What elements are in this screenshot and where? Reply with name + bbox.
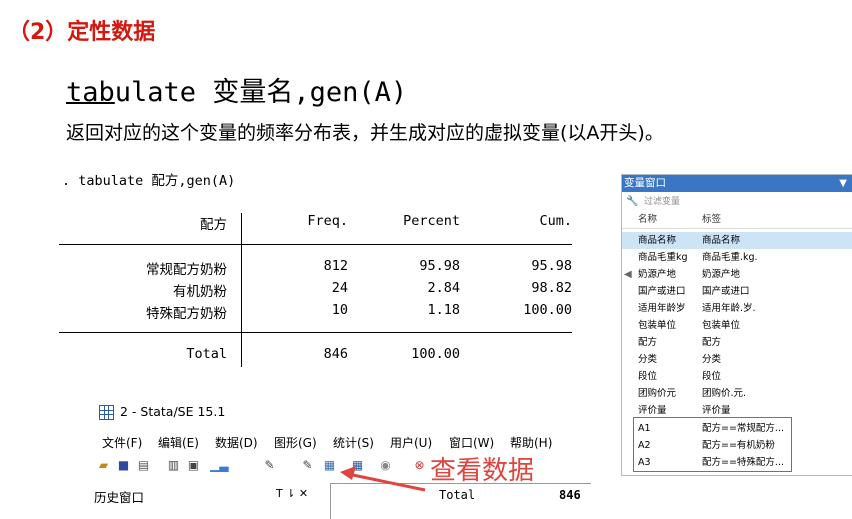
graph-icon[interactable]: ▁▃: [210, 458, 228, 473]
data-editor-edit-icon[interactable]: ✎: [300, 458, 315, 473]
table-row-cum: 98.82: [531, 280, 572, 296]
command-description: 返回对应的这个变量的频率分布表，并生成对应的虚拟变量(以A开头)。: [66, 122, 664, 144]
table-header-variable: 配方: [200, 217, 227, 233]
results-total-value: 846: [559, 488, 581, 502]
viewer-icon[interactable]: ▣: [186, 458, 201, 473]
table-rule-top: [59, 244, 572, 245]
command-syntax: tabulate 变量名,gen(A): [66, 70, 407, 109]
table-row-percent: 1.18: [427, 302, 460, 318]
command-varname: 变量名: [212, 77, 294, 108]
save-icon[interactable]: ■: [116, 458, 131, 473]
table-total-label: Total: [186, 346, 227, 362]
table-row-freq: 10: [331, 302, 348, 318]
data-editor-icon: [99, 405, 114, 420]
menu-window[interactable]: 窗口(W): [449, 434, 494, 451]
results-total-label: Total: [439, 488, 476, 502]
column-header-label[interactable]: 标签: [702, 212, 721, 228]
variable-row[interactable]: 国产或进口 国产或进口: [622, 283, 852, 300]
table-row-freq: 812: [323, 258, 348, 274]
variable-row[interactable]: ◀ 奶源产地 奶源产地: [622, 266, 852, 283]
variable-row[interactable]: 配方 配方: [622, 334, 852, 351]
open-icon[interactable]: ▰: [96, 458, 111, 473]
history-window-controls[interactable]: T ⇂ ✕: [276, 487, 308, 500]
table-total-freq: 846: [323, 346, 348, 362]
command-abbrev: tab: [66, 77, 115, 108]
variable-row[interactable]: 分类 分类: [622, 351, 852, 368]
filter-placeholder: 过滤变量: [644, 197, 681, 207]
menu-edit[interactable]: 编辑(E): [158, 434, 199, 451]
annotation-arrow-icon: [340, 466, 426, 492]
menu-file[interactable]: 文件(F): [102, 434, 142, 451]
table-rule-total: [59, 332, 572, 333]
menu-user[interactable]: 用户(U): [390, 434, 432, 451]
window-title: 2 - Stata/SE 15.1: [120, 404, 226, 419]
table-total-percent: 100.00: [411, 346, 460, 362]
table-row-label: 常规配方奶粉: [146, 262, 227, 278]
variable-row[interactable]: 包装单位 包装单位: [622, 317, 852, 334]
back-arrow-icon: ◀: [624, 269, 632, 280]
table-row-cum: 100.00: [523, 302, 572, 318]
table-row-label: 有机奶粉: [173, 284, 227, 300]
table-row-label: 特殊配方奶粉: [146, 306, 227, 322]
log-icon[interactable]: ▥: [166, 458, 181, 473]
variable-row[interactable]: 适用年龄岁 适用年龄.岁.: [622, 300, 852, 317]
variable-window-titlebar[interactable]: 变量窗口 ▼: [622, 175, 852, 192]
history-window-title: 历史窗口: [94, 490, 145, 505]
table-header-freq: Freq.: [307, 213, 348, 229]
command-rest: ulate: [114, 77, 197, 108]
table-rule-vertical: [241, 213, 242, 367]
annotation-label: 查看数据: [430, 456, 535, 486]
variable-window-title: 变量窗口: [624, 177, 666, 189]
variable-row[interactable]: 商品名称 商品名称: [622, 232, 852, 249]
table-row-percent: 2.84: [427, 280, 460, 296]
table-header-percent: Percent: [403, 213, 460, 229]
variable-row[interactable]: 团购价元 团购价.元.: [622, 385, 852, 402]
dummy-variables-highlight: [633, 417, 792, 472]
table-row-freq: 24: [331, 280, 348, 296]
stata-command-echo: . tabulate 配方,gen(A): [62, 173, 236, 189]
table-header-cum: Cum.: [539, 213, 572, 229]
do-file-editor-icon[interactable]: ✎: [262, 458, 277, 473]
column-header-name[interactable]: 名称: [638, 212, 657, 228]
section-heading: （2）定性数据: [8, 20, 156, 45]
print-icon[interactable]: ▤: [136, 458, 151, 473]
table-row-percent: 95.98: [419, 258, 460, 274]
command-suffix: ,gen(A): [293, 77, 408, 108]
menu-graphics[interactable]: 图形(G): [274, 434, 317, 451]
variable-row[interactable]: 商品毛重kg 商品毛重.kg.: [622, 249, 852, 266]
variable-row[interactable]: 段位 段位: [622, 368, 852, 385]
menu-data[interactable]: 数据(D): [215, 434, 258, 451]
table-row-cum: 95.98: [531, 258, 572, 274]
menu-statistics[interactable]: 统计(S): [333, 434, 374, 451]
filter-pin-icon[interactable]: ▼: [839, 175, 847, 192]
wrench-icon: 🔧: [626, 196, 639, 207]
variable-filter-input[interactable]: 🔧 过滤变量: [622, 194, 852, 210]
menu-help[interactable]: 帮助(H): [510, 434, 552, 451]
